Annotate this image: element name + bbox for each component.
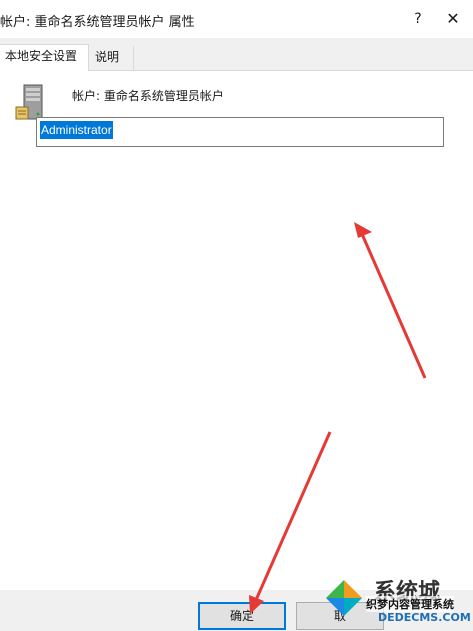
ok-button[interactable]: 确定 bbox=[198, 602, 286, 630]
tab-explain[interactable]: 说明 bbox=[90, 46, 134, 70]
close-button[interactable]: ✕ bbox=[440, 6, 466, 32]
tab-panel: 帐户: 重命名系统管理员帐户 bbox=[0, 71, 473, 590]
policy-name: 帐户: 重命名系统管理员帐户 bbox=[72, 89, 224, 103]
title-bar: 帐户: 重命名系统管理员帐户 属性 ? ✕ bbox=[0, 0, 473, 38]
watermark-site-name: 织梦内容管理系统 bbox=[366, 596, 454, 612]
tab-local-security-setting[interactable]: 本地安全设置 bbox=[0, 44, 89, 71]
help-button[interactable]: ? bbox=[405, 6, 431, 32]
tab-strip: 本地安全设置 说明 bbox=[0, 38, 473, 71]
account-name-selected-text: Administrator bbox=[40, 121, 113, 139]
watermark: 系统城 织梦内容管理系统 DEDECMS.COM bbox=[322, 574, 473, 631]
watermark-url: DEDECMS.COM bbox=[378, 611, 471, 624]
window-title: 帐户: 重命名系统管理员帐户 属性 bbox=[0, 15, 195, 30]
windows-logo-icon bbox=[326, 580, 362, 616]
